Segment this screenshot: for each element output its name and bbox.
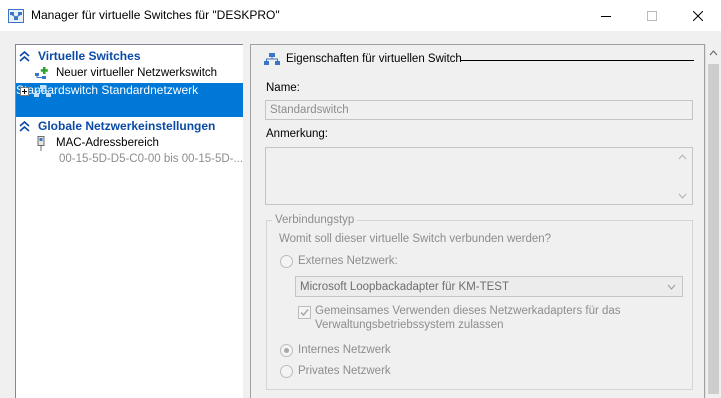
mac-address-range-item[interactable]: MAC-Adressbereich 00-15-5D-D5-C0-00 bis … <box>16 135 243 169</box>
minimize-button[interactable] <box>583 0 629 31</box>
connection-question: Womit soll dieser virtuelle Switch verbu… <box>279 233 552 245</box>
mac-range-label: MAC-Adressbereich <box>56 137 159 149</box>
internal-network-label: Internes Netzwerk <box>298 344 391 356</box>
new-virtual-switch-item[interactable]: Neuer virtueller Netzwerkswitch <box>16 65 243 83</box>
adapter-selected-value: Microsoft Loopbackadapter für KM-TEST <box>300 281 509 293</box>
switch-navigation-pane: Virtuelle Switches Neuer virtueller Netz… <box>15 44 244 398</box>
switch-network: Standardnetzwerk <box>101 83 199 97</box>
scroll-down-icon[interactable] <box>678 193 687 199</box>
private-network-radio[interactable] <box>280 365 293 378</box>
internal-network-radio[interactable] <box>280 344 293 357</box>
adapter-select[interactable]: Microsoft Loopbackadapter für KM-TEST <box>295 276 683 297</box>
expand-plus-icon[interactable] <box>20 87 29 96</box>
switch-item-standardswitch[interactable]: Standardswitch Standardnetzwerk <box>16 83 243 117</box>
properties-header: Eigenschaften für virtuellen Switch <box>286 53 462 65</box>
collapse-chevron-icon <box>19 51 30 62</box>
scroll-up-icon[interactable] <box>709 50 718 56</box>
notes-label: Anmerkung: <box>266 128 329 140</box>
header-rule <box>461 60 694 61</box>
window-title: Manager für virtuelle Switches für "DESK… <box>31 8 280 22</box>
add-switch-icon <box>35 67 48 79</box>
section-label: Virtuelle Switches <box>38 49 141 63</box>
private-network-label: Privates Netzwerk <box>298 365 391 377</box>
external-network-label: Externes Netzwerk: <box>298 255 398 267</box>
chevron-down-icon <box>667 284 676 290</box>
minimize-icon <box>601 15 611 17</box>
close-icon <box>693 10 703 21</box>
maximize-button[interactable] <box>629 0 675 31</box>
checkmark-icon <box>300 309 309 317</box>
share-adapter-checkbox[interactable] <box>298 306 311 319</box>
network-switch-icon <box>34 85 51 97</box>
notes-field[interactable] <box>265 147 693 205</box>
share-adapter-label-line2: Verwaltungsbetriebssystem zulassen <box>315 319 504 331</box>
section-virtual-switches[interactable]: Virtuelle Switches <box>16 48 243 65</box>
mac-range-value: 00-15-5D-D5-C0-00 bis 00-15-5D-... <box>59 153 244 165</box>
close-button[interactable] <box>675 0 721 31</box>
scroll-up-icon[interactable] <box>678 154 687 160</box>
switch-name-value: Standardswitch <box>270 104 349 116</box>
new-switch-label: Neuer virtueller Netzwerkswitch <box>56 67 218 79</box>
scrollbar-thumb[interactable] <box>708 64 719 394</box>
network-port-icon <box>37 136 45 151</box>
share-adapter-label-line1: Gemeinsames Verwenden dieses Netzwerkada… <box>315 305 621 317</box>
network-switch-icon <box>264 53 280 65</box>
title-bar: Manager für virtuelle Switches für "DESK… <box>0 0 721 31</box>
name-label: Name: <box>266 82 300 94</box>
collapse-chevron-icon <box>19 121 30 132</box>
properties-scrollbar[interactable] <box>705 44 721 398</box>
connection-group-title: Verbindungstyp <box>272 214 358 226</box>
maximize-icon <box>647 10 657 21</box>
external-network-radio[interactable] <box>280 255 293 268</box>
section-label: Globale Netzwerkeinstellungen <box>38 119 216 133</box>
section-global-network-settings[interactable]: Globale Netzwerkeinstellungen <box>16 118 243 135</box>
switch-name-field[interactable]: Standardswitch <box>265 100 693 120</box>
app-icon <box>8 9 24 23</box>
